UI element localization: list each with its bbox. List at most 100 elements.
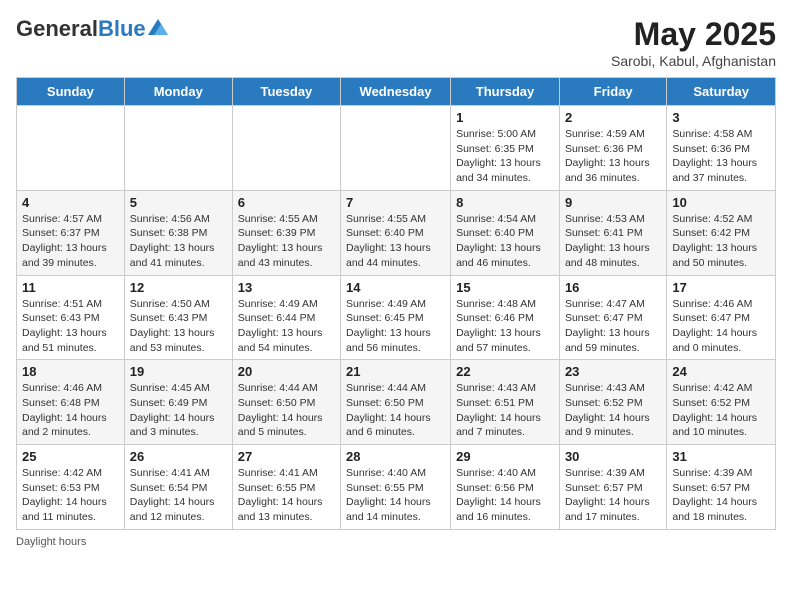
day-number: 19 <box>130 364 227 379</box>
logo-icon <box>148 19 168 35</box>
day-number: 14 <box>346 280 445 295</box>
day-number: 23 <box>565 364 661 379</box>
day-number: 25 <box>22 449 119 464</box>
day-info: Sunrise: 4:39 AM Sunset: 6:57 PM Dayligh… <box>565 466 661 525</box>
day-info: Sunrise: 5:00 AM Sunset: 6:35 PM Dayligh… <box>456 127 554 186</box>
day-number: 16 <box>565 280 661 295</box>
calendar-cell: 21 Sunrise: 4:44 AM Sunset: 6:50 PM Dayli… <box>341 360 451 445</box>
day-info: Sunrise: 4:42 AM Sunset: 6:53 PM Dayligh… <box>22 466 119 525</box>
calendar-cell: 10 Sunrise: 4:52 AM Sunset: 6:42 PM Dayli… <box>667 190 776 275</box>
calendar-cell: 30 Sunrise: 4:39 AM Sunset: 6:57 PM Dayli… <box>559 445 666 530</box>
day-info: Sunrise: 4:44 AM Sunset: 6:50 PM Dayligh… <box>346 381 445 440</box>
calendar-cell: 11 Sunrise: 4:51 AM Sunset: 6:43 PM Dayli… <box>17 275 125 360</box>
day-info: Sunrise: 4:49 AM Sunset: 6:44 PM Dayligh… <box>238 297 335 356</box>
calendar-week-4: 18 Sunrise: 4:46 AM Sunset: 6:48 PM Dayli… <box>17 360 776 445</box>
calendar: SundayMondayTuesdayWednesdayThursdayFrid… <box>16 77 776 530</box>
day-info: Sunrise: 4:57 AM Sunset: 6:37 PM Dayligh… <box>22 212 119 271</box>
calendar-cell: 27Sunrise: 4:41 AM Sunset: 6:55 PM Dayli… <box>232 445 340 530</box>
day-info: Sunrise: 4:46 AM Sunset: 6:48 PM Dayligh… <box>22 381 119 440</box>
weekday-header-sunday: Sunday <box>17 78 125 106</box>
calendar-cell: 26 Sunrise: 4:41 AM Sunset: 6:54 PM Dayli… <box>124 445 232 530</box>
calendar-cell: 14 Sunrise: 4:49 AM Sunset: 6:45 PM Dayli… <box>341 275 451 360</box>
footer-note: Daylight hours <box>16 536 776 548</box>
day-info: Sunrise: 4:43 AM Sunset: 6:51 PM Dayligh… <box>456 381 554 440</box>
daylight-hours-label: Daylight hours <box>16 536 86 548</box>
day-number: 2 <box>565 110 661 125</box>
day-number: 13 <box>238 280 335 295</box>
logo-general: General <box>16 16 98 42</box>
day-info: Sunrise: 4:40 AM Sunset: 6:56 PM Dayligh… <box>456 466 554 525</box>
weekday-header-wednesday: Wednesday <box>341 78 451 106</box>
title-area: May 2025 Sarobi, Kabul, Afghanistan <box>611 16 776 69</box>
weekday-header-friday: Friday <box>559 78 666 106</box>
calendar-cell: 4 Sunrise: 4:57 AM Sunset: 6:37 PM Daylig… <box>17 190 125 275</box>
day-info: Sunrise: 4:54 AM Sunset: 6:40 PM Dayligh… <box>456 212 554 271</box>
logo-blue: Blue <box>98 16 146 42</box>
day-number: 30 <box>565 449 661 464</box>
day-number: 20 <box>238 364 335 379</box>
weekday-header-thursday: Thursday <box>451 78 560 106</box>
day-info: Sunrise: 4:44 AM Sunset: 6:50 PM Dayligh… <box>238 381 335 440</box>
calendar-cell: 13 Sunrise: 4:49 AM Sunset: 6:44 PM Dayli… <box>232 275 340 360</box>
calendar-week-2: 4 Sunrise: 4:57 AM Sunset: 6:37 PM Daylig… <box>17 190 776 275</box>
calendar-cell: 7 Sunrise: 4:55 AM Sunset: 6:40 PM Daylig… <box>341 190 451 275</box>
day-info: Sunrise: 4:56 AM Sunset: 6:38 PM Dayligh… <box>130 212 227 271</box>
day-info: Sunrise: 4:50 AM Sunset: 6:43 PM Dayligh… <box>130 297 227 356</box>
day-info: Sunrise: 4:43 AM Sunset: 6:52 PM Dayligh… <box>565 381 661 440</box>
calendar-cell <box>341 106 451 191</box>
calendar-cell: 29Sunrise: 4:40 AM Sunset: 6:56 PM Dayli… <box>451 445 560 530</box>
day-info: Sunrise: 4:42 AM Sunset: 6:52 PM Dayligh… <box>672 381 770 440</box>
calendar-cell: 31Sunrise: 4:39 AM Sunset: 6:57 PM Dayli… <box>667 445 776 530</box>
day-number: 1 <box>456 110 554 125</box>
calendar-cell: 17 Sunrise: 4:46 AM Sunset: 6:47 PM Dayli… <box>667 275 776 360</box>
day-number: 26 <box>130 449 227 464</box>
calendar-cell: 6Sunrise: 4:55 AM Sunset: 6:39 PM Daylig… <box>232 190 340 275</box>
calendar-cell: 24Sunrise: 4:42 AM Sunset: 6:52 PM Dayli… <box>667 360 776 445</box>
day-info: Sunrise: 4:49 AM Sunset: 6:45 PM Dayligh… <box>346 297 445 356</box>
calendar-cell: 3 Sunrise: 4:58 AM Sunset: 6:36 PM Daylig… <box>667 106 776 191</box>
calendar-cell: 16 Sunrise: 4:47 AM Sunset: 6:47 PM Dayli… <box>559 275 666 360</box>
calendar-cell: 8 Sunrise: 4:54 AM Sunset: 6:40 PM Daylig… <box>451 190 560 275</box>
calendar-cell: 12Sunrise: 4:50 AM Sunset: 6:43 PM Dayli… <box>124 275 232 360</box>
day-info: Sunrise: 4:53 AM Sunset: 6:41 PM Dayligh… <box>565 212 661 271</box>
calendar-week-3: 11 Sunrise: 4:51 AM Sunset: 6:43 PM Dayli… <box>17 275 776 360</box>
weekday-header-row: SundayMondayTuesdayWednesdayThursdayFrid… <box>17 78 776 106</box>
location: Sarobi, Kabul, Afghanistan <box>611 53 776 69</box>
day-info: Sunrise: 4:39 AM Sunset: 6:57 PM Dayligh… <box>672 466 770 525</box>
day-info: Sunrise: 4:55 AM Sunset: 6:39 PM Dayligh… <box>238 212 335 271</box>
day-info: Sunrise: 4:41 AM Sunset: 6:54 PM Dayligh… <box>130 466 227 525</box>
calendar-cell: 19 Sunrise: 4:45 AM Sunset: 6:49 PM Dayli… <box>124 360 232 445</box>
day-number: 10 <box>672 195 770 210</box>
day-info: Sunrise: 4:45 AM Sunset: 6:49 PM Dayligh… <box>130 381 227 440</box>
day-number: 7 <box>346 195 445 210</box>
calendar-cell <box>232 106 340 191</box>
day-info: Sunrise: 4:58 AM Sunset: 6:36 PM Dayligh… <box>672 127 770 186</box>
calendar-cell <box>124 106 232 191</box>
calendar-cell: 23 Sunrise: 4:43 AM Sunset: 6:52 PM Dayli… <box>559 360 666 445</box>
day-info: Sunrise: 4:41 AM Sunset: 6:55 PM Dayligh… <box>238 466 335 525</box>
day-info: Sunrise: 4:47 AM Sunset: 6:47 PM Dayligh… <box>565 297 661 356</box>
weekday-header-saturday: Saturday <box>667 78 776 106</box>
calendar-cell: 15Sunrise: 4:48 AM Sunset: 6:46 PM Dayli… <box>451 275 560 360</box>
day-number: 28 <box>346 449 445 464</box>
day-number: 17 <box>672 280 770 295</box>
day-number: 11 <box>22 280 119 295</box>
day-info: Sunrise: 4:46 AM Sunset: 6:47 PM Dayligh… <box>672 297 770 356</box>
calendar-cell: 18 Sunrise: 4:46 AM Sunset: 6:48 PM Dayli… <box>17 360 125 445</box>
calendar-week-5: 25 Sunrise: 4:42 AM Sunset: 6:53 PM Dayli… <box>17 445 776 530</box>
day-info: Sunrise: 4:51 AM Sunset: 6:43 PM Dayligh… <box>22 297 119 356</box>
calendar-cell: 1 Sunrise: 5:00 AM Sunset: 6:35 PM Daylig… <box>451 106 560 191</box>
calendar-cell: 2Sunrise: 4:59 AM Sunset: 6:36 PM Daylig… <box>559 106 666 191</box>
day-number: 3 <box>672 110 770 125</box>
day-info: Sunrise: 4:55 AM Sunset: 6:40 PM Dayligh… <box>346 212 445 271</box>
day-number: 21 <box>346 364 445 379</box>
calendar-cell: 25 Sunrise: 4:42 AM Sunset: 6:53 PM Dayli… <box>17 445 125 530</box>
calendar-cell <box>17 106 125 191</box>
day-number: 4 <box>22 195 119 210</box>
weekday-header-tuesday: Tuesday <box>232 78 340 106</box>
day-info: Sunrise: 4:52 AM Sunset: 6:42 PM Dayligh… <box>672 212 770 271</box>
day-info: Sunrise: 4:40 AM Sunset: 6:55 PM Dayligh… <box>346 466 445 525</box>
day-number: 8 <box>456 195 554 210</box>
calendar-week-1: 1 Sunrise: 5:00 AM Sunset: 6:35 PM Daylig… <box>17 106 776 191</box>
day-number: 18 <box>22 364 119 379</box>
